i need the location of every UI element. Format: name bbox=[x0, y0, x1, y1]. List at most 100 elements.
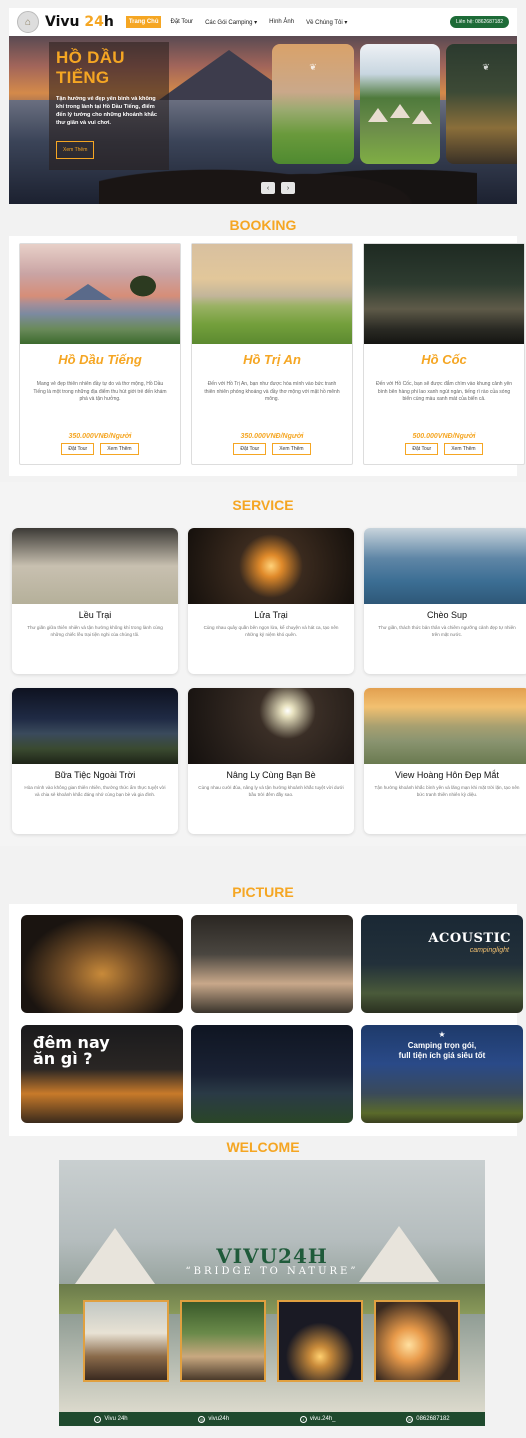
booking-description: Đến với Hồ Cốc, bạn sẽ được đắm chìm vào… bbox=[375, 381, 513, 402]
service-card-leu-trai[interactable]: Lều Trại Thư giãn giữa thiên nhiên và tậ… bbox=[12, 528, 178, 674]
facebook-icon: f bbox=[94, 1415, 102, 1423]
gallery-photo-camping-package[interactable]: ★ Camping trọn gói, full tiện ích giá si… bbox=[361, 1025, 523, 1123]
service-description: Hòa mình vào không gian thiên nhiên, thư… bbox=[24, 785, 166, 797]
service-card-hoang-hon[interactable]: View Hoàng Hôn Đẹp Mắt Tận hưởng khoảnh … bbox=[364, 688, 526, 834]
booking-price: 500.000VNĐ/Người bbox=[412, 433, 476, 440]
gallery-photo-dem-nay[interactable]: đêm nay ăn gì ? bbox=[21, 1025, 183, 1123]
booking-actions: Đặt Tour Xem Thêm bbox=[192, 443, 352, 455]
service-title: SERVICE bbox=[232, 497, 294, 513]
gallery-photo-night-camp[interactable] bbox=[191, 1025, 353, 1123]
facebook-link[interactable]: f Vivu 24h bbox=[94, 1415, 128, 1423]
navbar: ⌂ Vivu 24h Trang Chủ Đặt Tour Các Gói Ca… bbox=[9, 8, 517, 36]
hero-thumbnail-ho-coc[interactable]: ❦ bbox=[446, 44, 517, 164]
mountain-shape bbox=[64, 284, 112, 300]
booking-price: 350.000VNĐ/Người bbox=[68, 433, 132, 440]
menu-item-dat-tour[interactable]: Đặt Tour bbox=[167, 16, 196, 28]
service-card-nang-ly[interactable]: Nâng Ly Cùng Bạn Bè Cùng nhau cười đùa, … bbox=[188, 688, 354, 834]
view-more-button[interactable]: Xem Thêm bbox=[444, 443, 483, 455]
next-arrow-button[interactable]: › bbox=[281, 182, 295, 194]
hero-thumbnail-tri-an[interactable]: ❦ bbox=[272, 44, 354, 164]
tree-shape bbox=[128, 274, 158, 298]
contact-button[interactable]: Liên hệ: 0862687182 bbox=[450, 16, 509, 28]
instagram-link[interactable]: ◎ vivu24h bbox=[198, 1415, 229, 1423]
acoustic-text: ACOUSTIC bbox=[428, 931, 511, 946]
booking-card-tri-an: Hồ Trị An Đến với Hồ Trị An, bạn như đượ… bbox=[191, 243, 353, 465]
watermark-icon: ❦ bbox=[309, 62, 317, 72]
service-description: Cùng nhau cười đùa, nâng ly và tận hưởng… bbox=[198, 785, 344, 797]
service-image bbox=[364, 688, 526, 764]
booking-name[interactable]: Hồ Cốc bbox=[364, 352, 524, 367]
view-more-button[interactable]: Xem Thêm bbox=[272, 443, 311, 455]
hero-more-button[interactable]: Xem Thêm bbox=[56, 141, 95, 159]
welcome-banner: VIVU24H “BRIDGE TO NATURE” f Vivu 24h ◎ vi… bbox=[59, 1160, 485, 1426]
service-card-lua-trai[interactable]: Lửa Trại Cùng nhau quây quần bên ngọn lử… bbox=[188, 528, 354, 674]
welcome-title: WELCOME bbox=[226, 1139, 300, 1155]
welcome-social-bar: f Vivu 24h ◎ vivu24h ♪ vivu.24h_ ☏ 086268718… bbox=[59, 1412, 485, 1426]
book-tour-button[interactable]: Đặt Tour bbox=[233, 443, 267, 455]
hero-thumbnail-camp[interactable] bbox=[360, 44, 440, 164]
picture-title: PICTURE bbox=[232, 884, 294, 900]
hero-description: Tận hưởng vẻ đẹp yên bình và không khí t… bbox=[56, 96, 157, 126]
booking-description: Mang vẻ đẹp thiên nhiên đầy tự do và thơ… bbox=[33, 381, 167, 402]
menu-item-goi-camping[interactable]: Các Gói Camping ▾ bbox=[202, 16, 260, 29]
booking-name[interactable]: Hồ Trị An bbox=[192, 352, 352, 367]
logo-text: Vivu 24h bbox=[45, 14, 114, 30]
booking-image[interactable] bbox=[364, 244, 524, 344]
service-card-bua-tiec[interactable]: Bữa Tiệc Ngoài Trời Hòa mình vào không g… bbox=[12, 688, 178, 834]
welcome-tagline: “BRIDGE TO NATURE” bbox=[185, 1266, 359, 1277]
phone-icon: ☏ bbox=[406, 1415, 414, 1423]
service-card-cheo-sup[interactable]: Chèo Sup Thư giãn, thách thức bản thân v… bbox=[364, 528, 526, 674]
service-name: Bữa Tiệc Ngoài Trời bbox=[54, 770, 136, 780]
service-image bbox=[188, 528, 354, 604]
booking-image[interactable] bbox=[20, 244, 180, 344]
view-more-button[interactable]: Xem Thêm bbox=[100, 443, 139, 455]
booking-title: BOOKING bbox=[229, 217, 297, 233]
service-name: View Hoàng Hôn Đẹp Mắt bbox=[395, 770, 499, 780]
booking-card-ho-coc: Hồ Cốc Đến với Hồ Cốc, bạn sẽ được đắm c… bbox=[363, 243, 525, 465]
service-name: Lửa Trại bbox=[254, 610, 288, 620]
service-description: Cùng nhau quây quần bên ngọn lửa, kể chu… bbox=[203, 625, 339, 637]
logo[interactable]: ⌂ Vivu 24h bbox=[17, 11, 114, 33]
tiktok-link[interactable]: ♪ vivu.24h_ bbox=[299, 1415, 336, 1423]
service-name: Nâng Ly Cùng Bạn Bè bbox=[226, 770, 316, 780]
booking-image[interactable] bbox=[192, 244, 352, 344]
star-icon: ★ bbox=[438, 1030, 446, 1039]
menu-item-hinh-anh[interactable]: Hình Ảnh bbox=[266, 16, 297, 28]
menu-item-ve-chung-toi[interactable]: Về Chúng Tôi ▾ bbox=[303, 16, 350, 29]
service-image bbox=[12, 688, 178, 764]
phone-link[interactable]: ☏ 0862687182 bbox=[406, 1415, 450, 1423]
service-name: Chèo Sup bbox=[426, 610, 468, 620]
tiktok-icon: ♪ bbox=[299, 1415, 307, 1423]
tent-icon bbox=[390, 104, 410, 118]
welcome-photo bbox=[180, 1300, 266, 1382]
main-menu: Trang Chủ Đặt Tour Các Gói Camping ▾ Hìn… bbox=[125, 16, 351, 29]
hero-slider: HỒ DẦU TIẾNG Tận hưởng vẻ đẹp yên bình v… bbox=[9, 36, 517, 204]
tent-icon bbox=[412, 110, 432, 124]
booking-actions: Đặt Tour Xem Thêm bbox=[20, 443, 180, 455]
booking-card-dau-tieng: Hồ Dầu Tiếng Mang vẻ đẹp thiên nhiên đầy… bbox=[19, 243, 181, 465]
booking-name[interactable]: Hồ Dầu Tiếng bbox=[20, 352, 180, 367]
booking-price: 350.000VNĐ/Người bbox=[240, 433, 304, 440]
service-image bbox=[188, 688, 354, 764]
service-name: Lều Trại bbox=[78, 610, 112, 620]
book-tour-button[interactable]: Đặt Tour bbox=[405, 443, 439, 455]
dem-nay-text: đêm nay ăn gì ? bbox=[33, 1033, 110, 1068]
service-description: Thư giãn giữa thiên nhiên và tận hưởng k… bbox=[27, 625, 163, 637]
instagram-icon: ◎ bbox=[198, 1415, 206, 1423]
prev-arrow-button[interactable]: ‹ bbox=[261, 182, 275, 194]
welcome-photo bbox=[277, 1300, 363, 1382]
watermark-icon: ❦ bbox=[482, 62, 490, 72]
book-tour-button[interactable]: Đặt Tour bbox=[61, 443, 95, 455]
service-description: Tận hưởng khoảnh khắc bình yên và lãng m… bbox=[374, 785, 520, 797]
gallery-photo-acoustic[interactable]: ACOUSTIC campinglight bbox=[361, 915, 523, 1013]
acoustic-subtext: campinglight bbox=[469, 947, 509, 954]
menu-item-trang-chu[interactable]: Trang Chủ bbox=[125, 16, 162, 28]
welcome-brand: VIVU24H bbox=[216, 1244, 328, 1268]
service-image bbox=[364, 528, 526, 604]
tent-icon bbox=[368, 108, 388, 122]
page: ⌂ Vivu 24h Trang Chủ Đặt Tour Các Gói Ca… bbox=[0, 0, 526, 1438]
gallery-photo-music[interactable] bbox=[191, 915, 353, 1013]
welcome-photo bbox=[83, 1300, 169, 1382]
gallery-photo-dinner[interactable] bbox=[21, 915, 183, 1013]
booking-description: Đến với Hồ Trị An, bạn như được hòa mình… bbox=[204, 381, 340, 402]
